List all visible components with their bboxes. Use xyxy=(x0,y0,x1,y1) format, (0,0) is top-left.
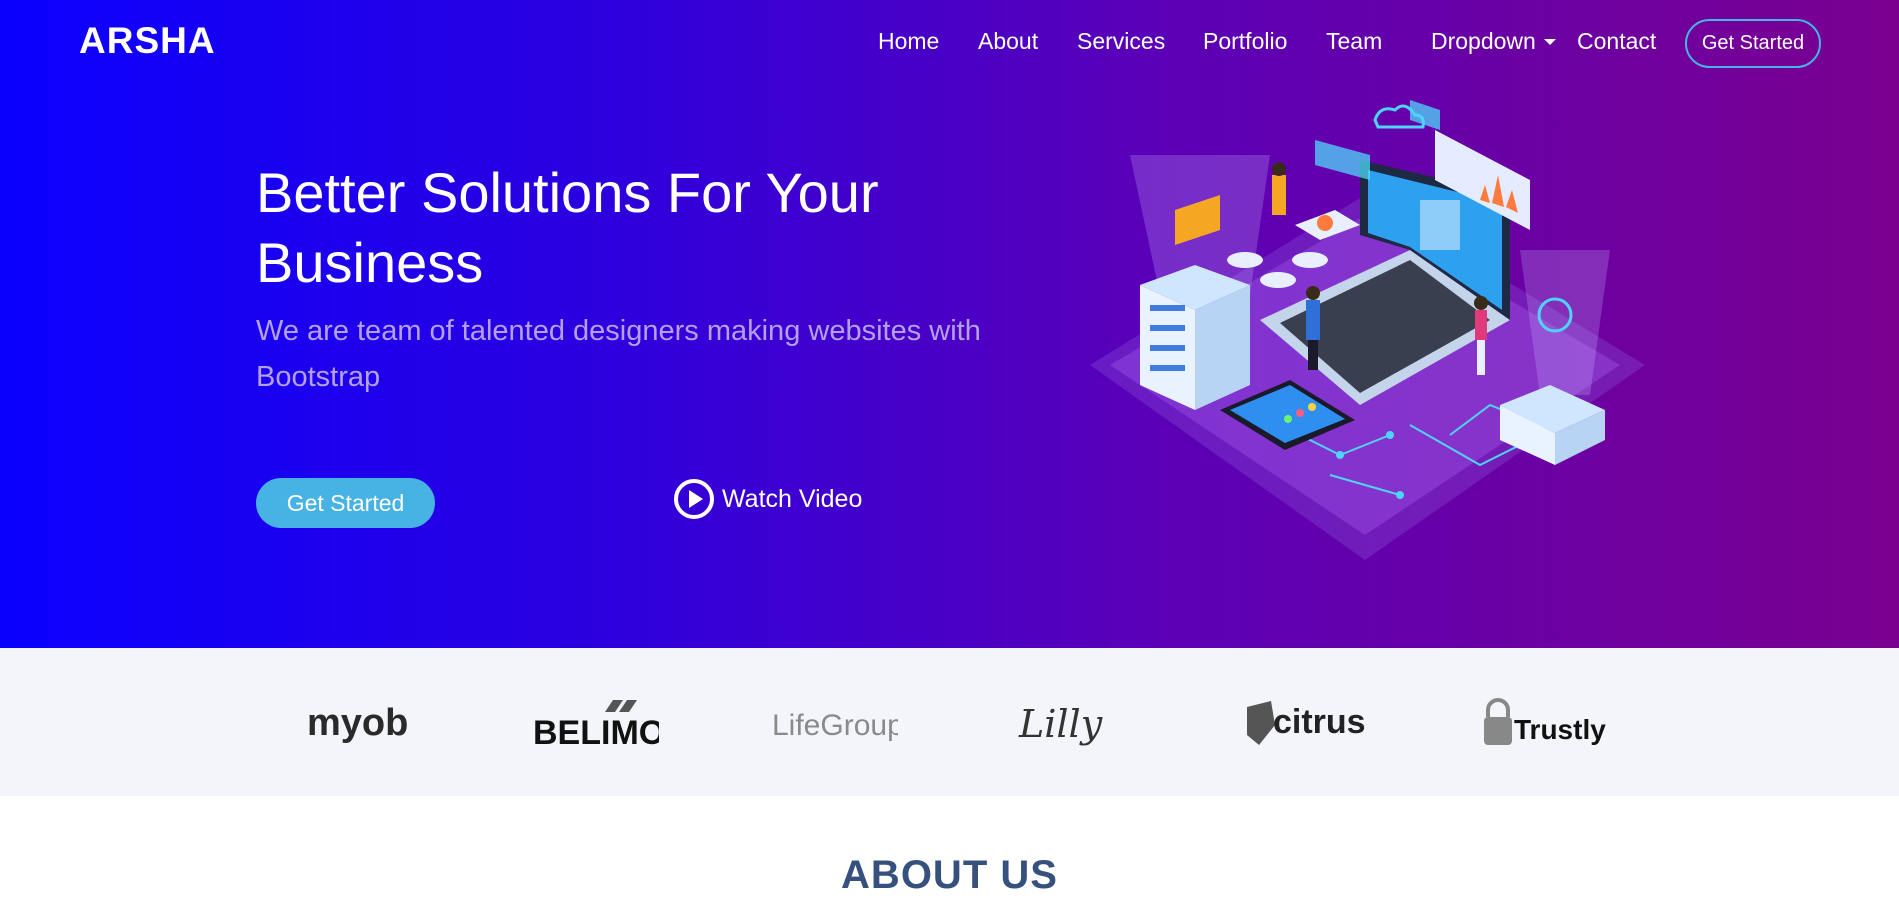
client-logo-lilly[interactable]: Lilly xyxy=(1015,648,1125,796)
server-stack-left xyxy=(1140,265,1250,410)
nav-item-contact[interactable]: Contact xyxy=(1577,28,1656,55)
client-logo-citrus[interactable]: citrus xyxy=(1243,648,1368,796)
hero-illustration xyxy=(1090,100,1645,560)
nav-item-portfolio[interactable]: Portfolio xyxy=(1203,28,1287,55)
get-started-button[interactable]: Get Started xyxy=(256,478,435,528)
clients-section: myob BELIMO LifeGroups Lilly citrus Trus xyxy=(0,648,1899,796)
cylinder-block-3 xyxy=(1260,272,1296,288)
client-name-lilly: Lilly xyxy=(1018,702,1103,746)
client-logo-lifegroups[interactable]: LifeGroups xyxy=(765,648,900,796)
person-figure xyxy=(1272,162,1286,215)
client-name-trustly: Trustly xyxy=(1514,714,1606,745)
cylinder-block-2 xyxy=(1292,252,1328,268)
data-panel xyxy=(1315,140,1370,180)
hero-subtitle: We are team of talented designers making… xyxy=(256,315,981,393)
client-logo-belimo[interactable]: BELIMO xyxy=(530,648,660,796)
chevron-down-icon[interactable] xyxy=(1544,39,1556,45)
nav-item-dropdown[interactable]: Dropdown xyxy=(1431,28,1536,55)
about-section-title: ABOUT US xyxy=(841,853,1058,897)
cylinder-block xyxy=(1227,252,1263,268)
client-name-lifegroups: LifeGroups xyxy=(772,709,898,742)
nav-item-home[interactable]: Home xyxy=(878,28,939,55)
nav-item-services[interactable]: Services xyxy=(1077,28,1165,55)
play-circle-icon xyxy=(674,479,714,519)
client-name-myob: myob xyxy=(307,702,408,744)
hero-title: Better Solutions For Your Business xyxy=(256,161,879,294)
nav-item-team[interactable]: Team xyxy=(1326,28,1382,55)
nav-get-started-button[interactable]: Get Started xyxy=(1685,19,1821,68)
client-name-belimo: BELIMO xyxy=(533,714,659,752)
client-name-citrus: citrus xyxy=(1273,703,1366,741)
watch-video-link[interactable]: Watch Video xyxy=(672,477,862,521)
client-logo-trustly[interactable]: Trustly xyxy=(1480,648,1610,796)
client-logo-myob[interactable]: myob xyxy=(300,648,420,796)
pie-chart-icon xyxy=(1317,215,1333,231)
citrus-mark-icon xyxy=(1247,700,1275,745)
watch-video-label: Watch Video xyxy=(722,484,863,513)
main-nav: Home About Services Portfolio Team Dropd… xyxy=(0,28,1899,58)
hero-section: ARSHA Home About Services Portfolio Team… xyxy=(0,0,1899,648)
lock-icon xyxy=(1486,697,1510,717)
nav-item-about[interactable]: About xyxy=(978,28,1038,55)
